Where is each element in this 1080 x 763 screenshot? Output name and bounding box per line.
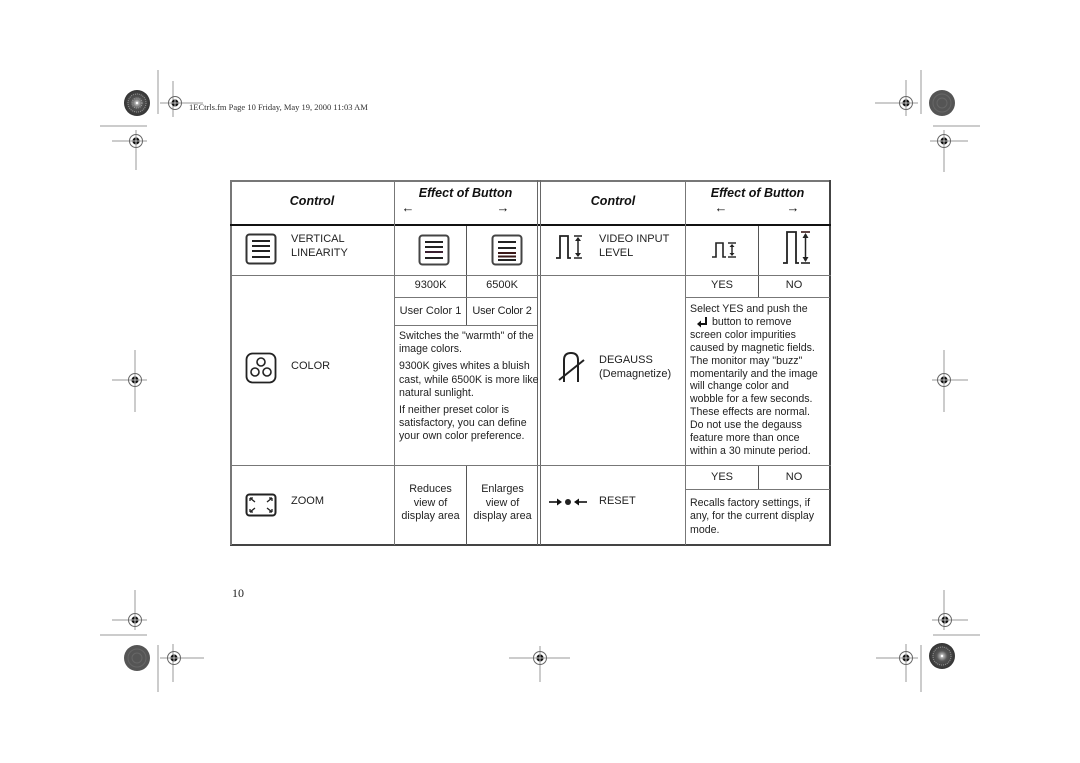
color-option-9300k: 9300K [414,279,447,291]
crosshair-mid-right [932,350,968,412]
color-description: Switches the "warmth" of the image color… [399,330,539,444]
zoom-left-effect-line: display area [401,510,460,522]
degauss-description-line: The monitor may "buzz" [690,354,803,367]
reset-description-line: mode. [690,523,720,536]
solid-target-bottom-left [124,645,150,671]
color-option-6500k: 6500K [486,279,518,291]
running-header: 1ECtrls.fm Page 10 Friday, May 19, 2000 … [189,102,368,112]
reset-description-line: any, for the current display [690,510,815,523]
header-control-left: Control [289,194,335,208]
solid-target-top-right [929,90,955,116]
crosshair-top-left-2 [112,130,147,170]
reset-option-no: NO [785,471,803,483]
page-number: 10 [232,586,244,600]
degauss-label-2: (Demagnetize) [599,368,672,380]
color-option-user-color-1: User Color 1 [399,305,462,317]
star-target-bottom-right [929,643,955,669]
zoom-right-effect: Enlarges view of display area [467,483,538,524]
crosshair-bottom-right-1 [932,590,968,630]
degauss-description-line: Do not use the degauss [690,419,802,432]
zoom-label: ZOOM [291,495,324,507]
crosshair-mid-left [112,350,147,412]
degauss-option-no: NO [785,279,803,291]
degauss-description-line-with-icon: button to remove [690,316,832,329]
degauss-description-line: screen color impurities [690,328,796,341]
header-effect-left: Effect of Button [418,186,513,200]
degauss-description-line: button to remove [712,315,792,328]
enter-key-icon [697,316,707,328]
degauss-description-line: These effects are normal. [690,406,810,419]
left-arrow-icon: ← [401,200,415,215]
reset-option-yes: YES [710,471,733,483]
degauss-description-line: Select YES and push the [690,303,808,315]
degauss-icon [558,351,585,382]
header-control-right: Control [590,194,636,208]
video-input-level-label-2: LEVEL [599,247,634,259]
color-option-user-color-2: User Color 2 [472,305,532,317]
crosshair-bottom-center [509,646,570,682]
zoom-left-effect: Reduces view of display area [395,483,466,524]
crosshair-top-right-1 [875,80,918,116]
degauss-description-line: will change color and [690,380,789,393]
left-arrow-icon: ← [714,200,728,215]
zoom-icon [245,493,277,517]
color-description-p2: 9300K gives whites a bluish cast, while … [399,360,539,399]
vertical-linearity-label-1: VERTICAL [291,233,345,245]
crosshair-bottom-right-2 [876,644,918,682]
reset-label: RESET [599,495,636,507]
crosshair-top-right-2 [930,130,968,172]
zoom-left-effect-line: view of [413,496,448,509]
degauss-description-line: feature more than once [690,432,800,445]
color-label: COLOR [291,360,331,372]
degauss-description-line: within a 30 minute period. [690,444,811,457]
crosshair-bottom-left-2 [160,644,204,682]
degauss-description-line: caused by magnetic fields. [690,341,815,354]
right-arrow-icon: → [496,200,510,215]
degauss-description: Select YES and push the button to remove… [690,303,832,458]
reset-description: Recalls factory settings, if any, for th… [690,497,832,537]
video-input-level-icon [556,235,582,259]
vertical-linearity-label-2: LINEARITY [291,247,348,259]
zoom-right-effect-line: Enlarges [481,483,524,495]
video-level-high-icon [783,231,810,264]
degauss-description-line: wobble for a few seconds. [690,393,813,406]
zoom-right-effect-line: display area [473,510,532,522]
reset-icon [549,498,587,506]
reset-description-line: Recalls factory settings, if [690,497,811,509]
degauss-label-1: DEGAUSS [599,354,653,366]
right-arrow-icon: → [786,200,800,215]
vertical-linearity-icon [245,233,277,265]
crosshair-bottom-left-1 [112,590,147,630]
star-target-top-left [124,90,150,116]
video-input-level-label-1: VIDEO INPUT [599,233,670,245]
header-effect-right: Effect of Button [710,186,805,200]
vertical-linearity-compressed-icon [418,234,450,266]
zoom-left-effect-line: Reduces [409,483,452,495]
video-level-low-icon [712,242,736,258]
zoom-right-effect-line: view of [485,496,520,509]
color-description-p1: Switches the "warmth" of the image color… [399,330,534,356]
color-description-p3: If neither preset color is satisfactory,… [399,404,527,443]
vertical-linearity-expanded-icon [491,234,523,266]
degauss-option-yes: YES [710,279,733,291]
degauss-description-line: momentarily and the image [690,367,818,380]
color-icon [245,352,277,384]
